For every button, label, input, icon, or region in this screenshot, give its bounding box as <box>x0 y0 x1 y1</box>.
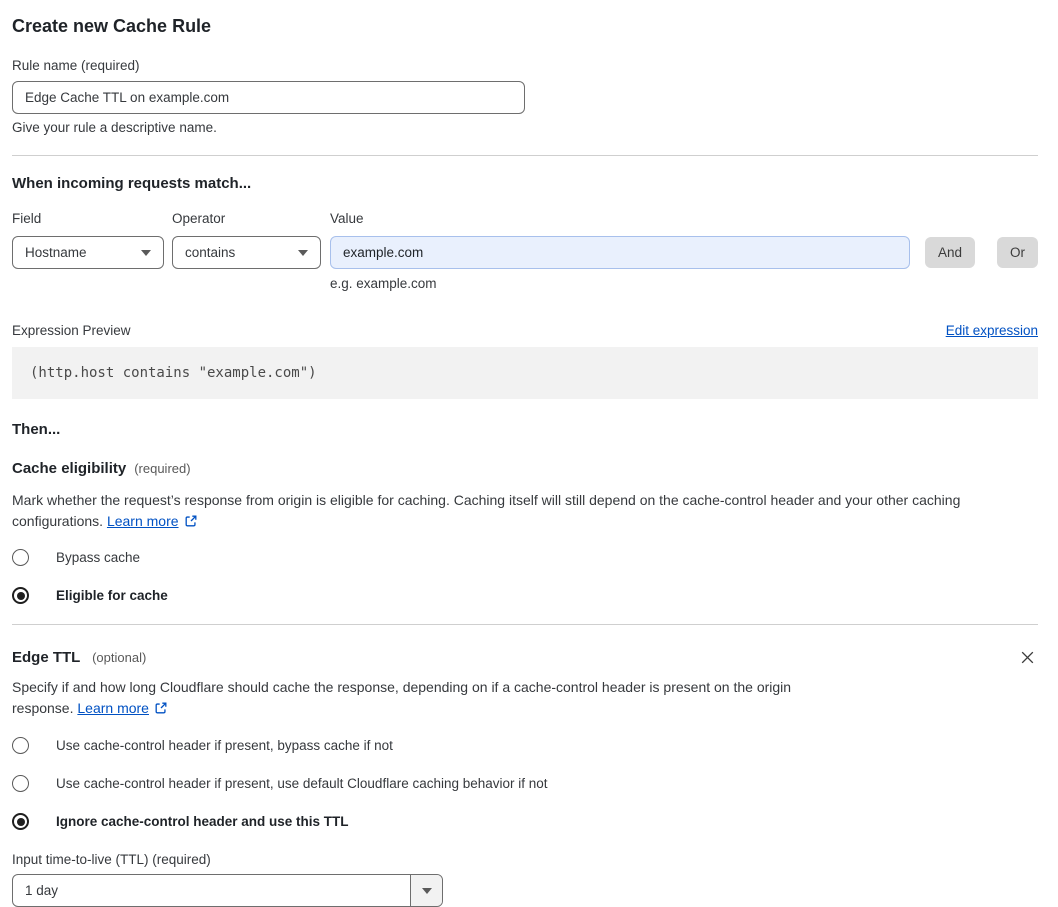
ttl-select[interactable]: 1 day <box>12 874 443 907</box>
radio-icon[interactable] <box>12 549 29 566</box>
radio-eligible-for-cache[interactable]: Eligible for cache <box>12 587 1038 604</box>
ttl-select-value: 1 day <box>25 883 59 898</box>
match-column-labels: Field Operator Value <box>12 211 1038 227</box>
radio-bypass-cache[interactable]: Bypass cache <box>12 549 1038 566</box>
required-badge: (required) <box>134 461 191 476</box>
radio-ignore-header-use-ttl[interactable]: Ignore cache-control header and use this… <box>12 813 1038 830</box>
and-button[interactable]: And <box>924 237 975 268</box>
radio-selected-icon[interactable] <box>12 813 29 830</box>
learn-more-link[interactable]: Learn more <box>77 700 149 716</box>
divider <box>12 624 1038 625</box>
field-select[interactable]: Hostname <box>12 236 164 269</box>
edge-ttl-description: Specify if and how long Cloudflare shoul… <box>12 677 848 721</box>
learn-more-link[interactable]: Learn more <box>107 513 179 529</box>
radio-use-header-bypass[interactable]: Use cache-control header if present, byp… <box>12 737 1038 754</box>
edge-ttl-header: Edge TTL (optional) <box>12 647 1038 668</box>
edge-ttl-title: Edge TTL <box>12 648 81 666</box>
expression-preview-box: (http.host contains "example.com") <box>12 347 1038 399</box>
external-link-icon <box>184 513 198 534</box>
value-label: Value <box>330 211 364 226</box>
external-link-icon <box>154 700 168 721</box>
rule-name-label: Rule name (required) <box>12 58 140 73</box>
expression-preview-row: Expression Preview Edit expression <box>12 323 1038 338</box>
caret-down-icon <box>298 249 308 256</box>
create-cache-rule-form: Create new Cache Rule Rule name (require… <box>0 0 1058 907</box>
close-icon[interactable] <box>1017 647 1038 668</box>
caret-down-icon <box>141 249 151 256</box>
caret-down-icon[interactable] <box>410 875 442 906</box>
page-title: Create new Cache Rule <box>12 16 212 36</box>
rule-name-input[interactable] <box>12 81 525 114</box>
value-input[interactable] <box>330 236 910 269</box>
or-button[interactable]: Or <box>997 237 1038 268</box>
expression-preview-label: Expression Preview <box>12 323 131 338</box>
cache-eligibility-description: Mark whether the request’s response from… <box>12 490 1038 534</box>
optional-badge: (optional) <box>92 649 147 665</box>
radio-selected-icon[interactable] <box>12 587 29 604</box>
ttl-input-label: Input time-to-live (TTL) (required) <box>12 852 211 867</box>
cache-eligibility-header: Cache eligibility (required) <box>12 460 1038 478</box>
operator-select-value: contains <box>185 245 236 260</box>
radio-icon[interactable] <box>12 775 29 792</box>
radio-icon[interactable] <box>12 737 29 754</box>
field-select-value: Hostname <box>25 245 87 260</box>
value-helper: e.g. example.com <box>330 276 437 291</box>
match-condition-row: Hostname contains And Or <box>12 236 1038 269</box>
operator-label: Operator <box>172 211 226 226</box>
operator-select[interactable]: contains <box>172 236 321 269</box>
field-label: Field <box>12 211 42 226</box>
then-heading: Then... <box>12 421 61 438</box>
expression-text: (http.host contains "example.com") <box>30 365 317 381</box>
match-section-heading: When incoming requests match... <box>12 175 252 192</box>
edit-expression-link[interactable]: Edit expression <box>946 323 1038 338</box>
radio-use-header-default[interactable]: Use cache-control header if present, use… <box>12 775 1038 792</box>
cache-eligibility-title: Cache eligibility <box>12 460 127 477</box>
divider <box>12 155 1038 156</box>
rule-name-helper: Give your rule a descriptive name. <box>12 120 217 135</box>
